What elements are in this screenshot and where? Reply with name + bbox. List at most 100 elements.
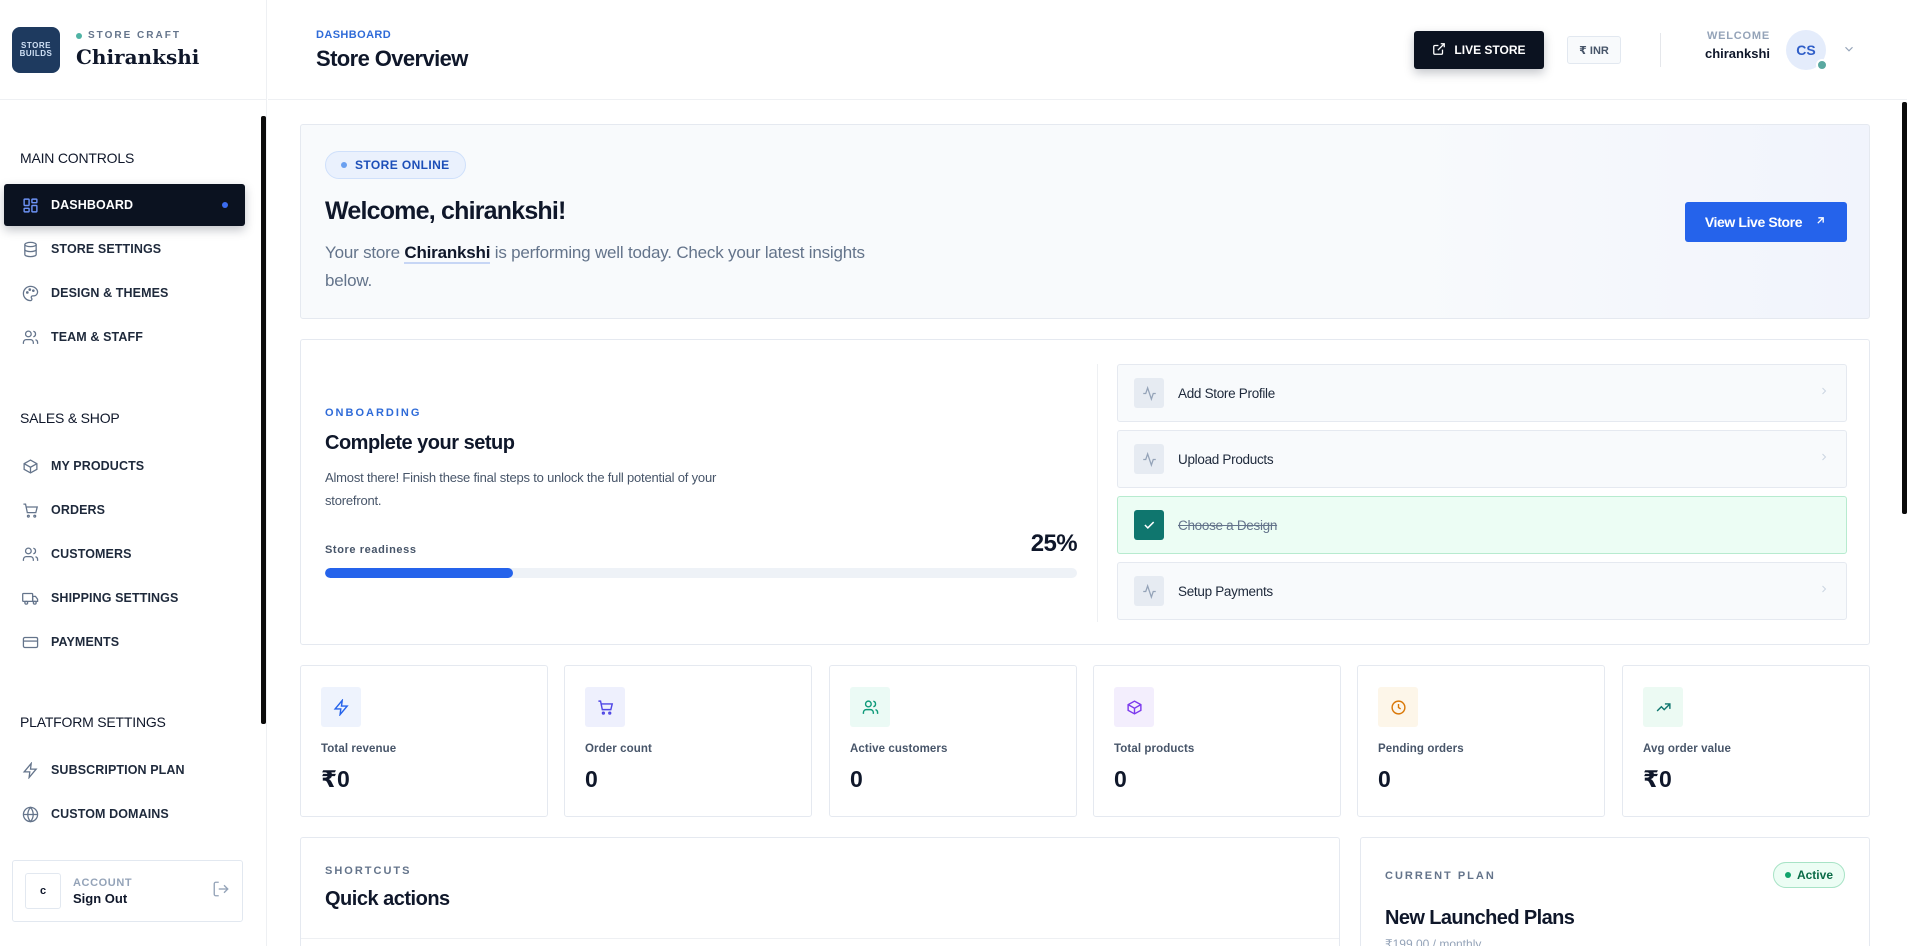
sidebar-item-team-staff[interactable]: TEAM & STAFF — [4, 316, 245, 358]
onboarding-label: ONBOARDING — [325, 407, 422, 419]
stat-label: Avg order value — [1643, 743, 1731, 755]
user-name: chirankshi — [1704, 46, 1770, 61]
activity-icon — [1134, 444, 1164, 474]
box-icon — [21, 457, 39, 475]
clock-icon — [1378, 687, 1418, 727]
sidebar-item-orders[interactable]: ORDERS — [4, 489, 245, 531]
plan-name: New Launched Plans — [1385, 907, 1575, 929]
live-store-button[interactable]: LIVE STORE — [1414, 31, 1544, 69]
activity-icon — [1134, 378, 1164, 408]
sidebar-item-label: SUBSCRIPTION PLAN — [51, 763, 185, 777]
currency-selector[interactable]: ₹ INR — [1567, 36, 1621, 64]
header-divider — [1660, 33, 1661, 67]
stat-label: Active customers — [850, 743, 948, 755]
step-choose-design[interactable]: Choose a Design — [1117, 496, 1847, 554]
account-label: ACCOUNT — [73, 876, 133, 889]
sidebar-item-customers[interactable]: CUSTOMERS — [4, 533, 245, 575]
cart-icon — [585, 687, 625, 727]
sidebar-item-label: SHIPPING SETTINGS — [51, 591, 179, 605]
sidebar: STORE BUILDS STORE CRAFT Chirankshi MAIN… — [0, 0, 267, 946]
step-label: Setup Payments — [1178, 583, 1273, 599]
section-sales-shop: SALES & SHOP — [20, 410, 120, 426]
shortcuts-title: Quick actions — [325, 888, 450, 910]
step-label: Upload Products — [1178, 451, 1274, 467]
sidebar-item-payments[interactable]: PAYMENTS — [4, 621, 245, 663]
users-icon — [850, 687, 890, 727]
chevron-right-icon — [1818, 384, 1830, 402]
current-plan-card: CURRENT PLAN Active New Launched Plans ₹… — [1360, 837, 1870, 946]
grid-icon — [21, 196, 39, 214]
zap-icon — [21, 761, 39, 779]
stat-value: 0 — [1114, 766, 1127, 792]
onboarding-description: Almost there! Finish these final steps t… — [325, 470, 717, 508]
stat-card-active-customers: Active customers 0 — [829, 665, 1077, 817]
stat-value: 0 — [850, 766, 863, 792]
stat-value: 0 — [585, 766, 598, 792]
welcome-title: Welcome, chirankshi! — [325, 197, 566, 225]
sidebar-scrollbar[interactable] — [261, 116, 266, 724]
step-add-store-profile[interactable]: Add Store Profile — [1117, 364, 1847, 422]
plan-price: ₹199.00 / monthly — [1385, 937, 1482, 946]
sidebar-item-label: PAYMENTS — [51, 635, 120, 649]
logo-text: STORE BUILDS — [19, 40, 53, 58]
onboarding-title: Complete your setup — [325, 432, 515, 454]
sidebar-item-label: DESIGN & THEMES — [51, 286, 169, 300]
stat-card-avg-order-value: Avg order value ₹0 — [1622, 665, 1870, 817]
brand-subtitle: STORE CRAFT — [76, 30, 199, 41]
breadcrumb[interactable]: DASHBOARD — [316, 29, 391, 41]
step-label: Choose a Design — [1178, 517, 1278, 533]
database-icon — [21, 240, 39, 258]
sidebar-item-store-settings[interactable]: STORE SETTINGS — [4, 228, 245, 270]
readiness-percent: 25% — [1030, 530, 1078, 557]
step-upload-products[interactable]: Upload Products — [1117, 430, 1847, 488]
store-logo[interactable]: STORE BUILDS — [12, 26, 60, 73]
divider — [301, 938, 1339, 939]
readiness-progress-bar — [325, 568, 1077, 578]
sidebar-item-shipping-settings[interactable]: SHIPPING SETTINGS — [4, 577, 245, 619]
online-indicator — [1816, 59, 1828, 71]
app: STORE BUILDS STORE CRAFT Chirankshi MAIN… — [0, 0, 1907, 946]
live-store-label: LIVE STORE — [1454, 43, 1526, 57]
welcome-box: WELCOME chirankshi — [1678, 30, 1770, 61]
sidebar-item-label: MY PRODUCTS — [51, 459, 145, 473]
active-indicator — [222, 202, 228, 208]
sidebar-item-label: TEAM & STAFF — [51, 330, 143, 344]
stat-card-order-count: Order count 0 — [564, 665, 812, 817]
store-status-badge: STORE ONLINE — [325, 151, 466, 179]
shortcuts-card: SHORTCUTS Quick actions — [300, 837, 1340, 946]
sign-out-icon[interactable] — [212, 880, 230, 903]
check-icon — [1134, 510, 1164, 540]
welcome-subtitle: Your store Chirankshi is performing well… — [325, 243, 865, 290]
sign-out-label: Sign Out — [73, 890, 128, 906]
chevron-down-icon[interactable] — [1842, 42, 1856, 61]
sidebar-item-subscription-plan[interactable]: SUBSCRIPTION PLAN — [4, 749, 245, 791]
step-label: Add Store Profile — [1178, 385, 1275, 401]
plan-label: CURRENT PLAN — [1385, 870, 1496, 882]
sidebar-item-label: STORE SETTINGS — [51, 242, 162, 256]
shortcuts-label: SHORTCUTS — [325, 865, 412, 877]
activity-icon — [1134, 576, 1164, 606]
stat-label: Pending orders — [1378, 743, 1464, 755]
box-icon — [1114, 687, 1154, 727]
stat-value: 0 — [1378, 766, 1391, 792]
external-link-icon — [1432, 42, 1446, 59]
account-card: c ACCOUNT Sign Out — [12, 860, 243, 922]
chevron-right-icon — [1818, 582, 1830, 600]
sidebar-item-my-products[interactable]: MY PRODUCTS — [4, 445, 245, 487]
user-avatar[interactable]: CS — [1786, 30, 1828, 71]
stat-value: ₹0 — [1643, 766, 1672, 792]
onboarding-divider — [1097, 364, 1098, 622]
sidebar-item-design-themes[interactable]: DESIGN & THEMES — [4, 272, 245, 314]
truck-icon — [21, 589, 39, 607]
view-live-store-button[interactable]: View Live Store — [1685, 202, 1847, 242]
arrow-up-right-icon — [1814, 214, 1827, 230]
sidebar-item-custom-domains[interactable]: CUSTOM DOMAINS — [4, 793, 245, 835]
main-scrollbar[interactable] — [1902, 102, 1907, 514]
chevron-right-icon — [1818, 450, 1830, 468]
step-setup-payments[interactable]: Setup Payments — [1117, 562, 1847, 620]
brand: STORE BUILDS STORE CRAFT Chirankshi — [0, 0, 266, 100]
users-icon — [21, 328, 39, 346]
page-title: Store Overview — [316, 46, 468, 71]
readiness-label: Store readiness — [325, 544, 417, 556]
sidebar-item-dashboard[interactable]: DASHBOARD — [4, 184, 245, 226]
